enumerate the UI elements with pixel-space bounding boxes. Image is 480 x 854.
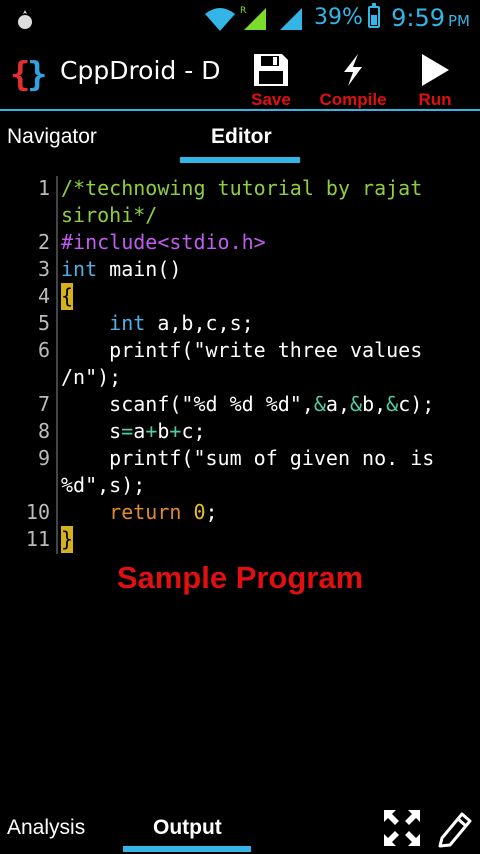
tab-output[interactable]: Output: [153, 816, 222, 840]
app-title: CppDroid - D: [60, 56, 220, 85]
clock-ampm: PM: [448, 12, 470, 30]
line-number: 2: [37, 230, 50, 254]
code-text: scanf("%d %d %d",: [61, 392, 314, 416]
matched-brace: {: [61, 283, 74, 310]
code-text: printf("write three values: [61, 338, 423, 362]
keyword: int: [61, 257, 98, 281]
edit-icon[interactable]: [434, 808, 474, 848]
run-label: Run: [418, 90, 452, 109]
tab-indicator: [180, 157, 300, 163]
code-text: c);: [398, 392, 435, 416]
save-icon: [254, 54, 288, 86]
code-text: b,: [362, 392, 387, 416]
operator: &: [350, 392, 363, 416]
code-text: s: [61, 419, 122, 443]
line-number: 3: [37, 257, 50, 281]
line-number: 5: [37, 311, 50, 335]
code-text: /n");: [61, 365, 122, 389]
wifi-icon: [205, 8, 235, 31]
code-text: sirohi*/: [61, 203, 158, 227]
operator: =: [121, 419, 134, 443]
fullscreen-icon[interactable]: [382, 808, 422, 848]
notification-icon: [18, 10, 32, 29]
code-text: printf("sum of given no. is: [61, 446, 435, 470]
svg-text:R: R: [240, 6, 246, 16]
matched-brace: }: [61, 526, 74, 553]
compile-label: Compile: [319, 90, 387, 109]
code-text: #include<stdio.h>: [61, 230, 266, 254]
code-text: b: [157, 419, 170, 443]
operator: +: [145, 419, 158, 443]
tab-navigator[interactable]: Navigator: [7, 125, 97, 149]
code-text: main(): [97, 257, 182, 281]
keyword: int: [109, 311, 146, 335]
run-icon: [422, 54, 449, 86]
battery-icon: [368, 3, 380, 28]
line-number: 7: [37, 392, 50, 416]
run-button[interactable]: Run: [410, 52, 460, 110]
code-text: /*technowing tutorial by rajat: [61, 176, 423, 200]
save-label: Save: [251, 90, 291, 109]
line-number: 1: [37, 176, 50, 200]
code-text: ;: [205, 500, 218, 524]
app-logo-icon[interactable]: { }: [10, 54, 48, 94]
svg-text:}: }: [27, 55, 47, 94]
line-number: 8: [37, 419, 50, 443]
signal-icon: R: [240, 6, 266, 30]
tab-editor[interactable]: Editor: [211, 125, 272, 149]
status-bar: R 39% 9:59 PM: [0, 0, 480, 40]
code-text: a: [133, 419, 146, 443]
bottom-tab-indicator: [123, 846, 251, 852]
tab-analysis[interactable]: Analysis: [7, 816, 85, 840]
operator: &: [313, 392, 326, 416]
number-literal: 0: [193, 500, 206, 524]
code-text: %d",s);: [61, 473, 146, 497]
operator: &: [386, 392, 399, 416]
sample-program-caption: Sample Program: [116, 560, 364, 595]
line-number: 4: [37, 284, 50, 308]
code-text: a,: [325, 392, 351, 416]
line-number: 9: [37, 446, 50, 470]
keyword: return: [109, 500, 182, 524]
battery-percentage: 39%: [314, 5, 363, 30]
compile-button[interactable]: Compile: [308, 52, 398, 110]
code-editor[interactable]: 1 /*technowing tutorial by rajat sirohi*/…: [0, 170, 480, 560]
line-number: 6: [37, 338, 50, 362]
signal-icon: [280, 8, 302, 30]
line-number: 10: [25, 500, 50, 524]
code-text: a,b,c,s;: [145, 311, 254, 335]
operator: +: [169, 419, 182, 443]
save-button[interactable]: Save: [244, 52, 298, 110]
clock-time: 9:59: [391, 4, 445, 32]
compile-icon: [344, 54, 362, 86]
line-number: 11: [25, 527, 50, 551]
clock: 9:59 PM: [391, 4, 470, 32]
code-text: c;: [181, 419, 206, 443]
